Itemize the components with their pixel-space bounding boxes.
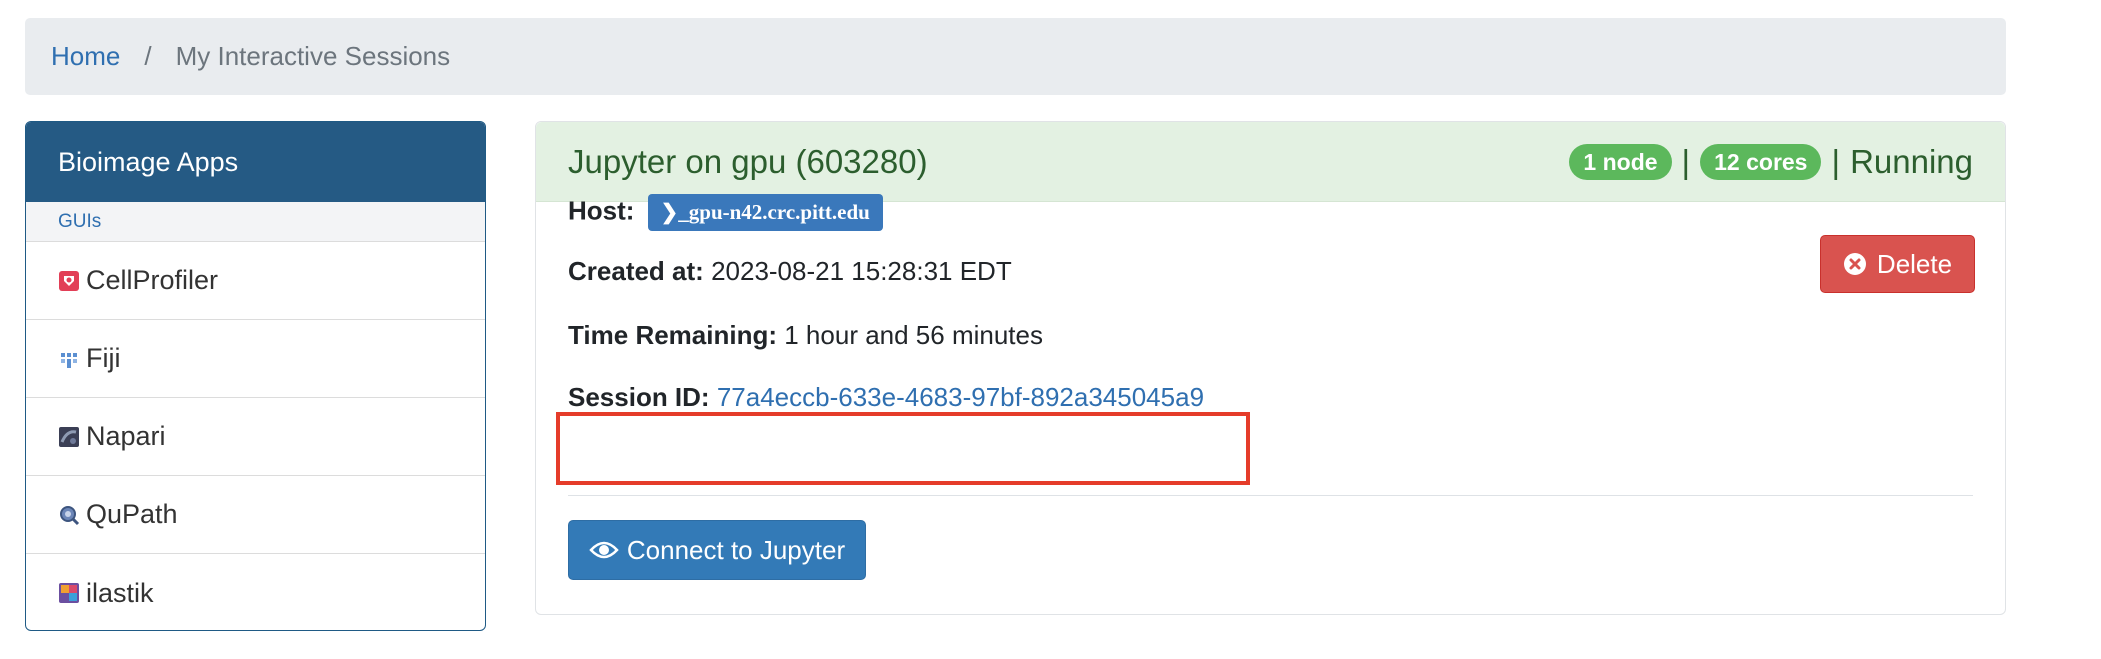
qupath-icon: [60, 505, 80, 525]
summary-separator: |: [1831, 142, 1841, 180]
sidebar-item-label: QuPath: [86, 499, 178, 529]
breadcrumb-separator: /: [144, 41, 152, 71]
napari-icon: [59, 426, 79, 447]
sidebar-item-label: CellProfiler: [86, 265, 219, 295]
session-id-highlight: [556, 412, 1250, 485]
sidebar-item-cellprofiler[interactable]: CellProfiler: [26, 242, 485, 320]
created-value: 2023-08-21 15:28:31 EDT: [711, 256, 1012, 286]
delete-button[interactable]: Delete: [1820, 235, 1975, 293]
connect-button-label: Connect to Jupyter: [626, 534, 846, 565]
host-row: Host: ❯_gpu-n42.crc.pitt.edu: [568, 194, 883, 231]
sidebar-item-label: Napari: [86, 421, 166, 451]
breadcrumb-current: My Interactive Sessions: [175, 41, 451, 71]
divider: [568, 495, 1973, 496]
time-remaining-row: Time Remaining: 1 hour and 56 minutes: [568, 320, 1043, 351]
ilastik-icon: [59, 583, 79, 603]
sidebar: Bioimage Apps GUIs CellProfiler Fiji Nap…: [25, 121, 486, 631]
session-status: Running: [1850, 142, 1973, 180]
sidebar-section-label: GUIs: [26, 202, 485, 242]
time-remaining-value: 1 hour and 56 minutes: [784, 320, 1043, 350]
sidebar-item-fiji[interactable]: Fiji: [26, 320, 485, 398]
sidebar-title: Bioimage Apps: [26, 122, 485, 202]
sidebar-item-label: Fiji: [86, 343, 121, 373]
time-remaining-label: Time Remaining:: [568, 320, 778, 350]
node-count-badge: 1 node: [1569, 143, 1672, 180]
host-name: gpu-n42.crc.pitt.edu: [688, 200, 870, 224]
cellprofiler-icon: [59, 270, 79, 291]
session-card-header: Jupyter on gpu (603280) 1 node | 12 core…: [536, 122, 2005, 202]
delete-button-label: Delete: [1876, 248, 1953, 279]
session-card: Jupyter on gpu (603280) 1 node | 12 core…: [535, 121, 2006, 615]
created-label: Created at:: [568, 256, 704, 286]
session-id-row: Session ID: 77a4eccb-633e-4683-97bf-892a…: [568, 382, 1204, 413]
sidebar-item-ilastik[interactable]: ilastik: [26, 554, 485, 630]
sidebar-item-qupath[interactable]: QuPath: [26, 476, 485, 554]
terminal-icon: ❯_: [660, 200, 689, 224]
eye-icon: [589, 541, 619, 559]
session-id-link[interactable]: 77a4eccb-633e-4683-97bf-892a345045a9: [717, 382, 1204, 412]
breadcrumb: Home / My Interactive Sessions: [25, 18, 2006, 95]
connect-button[interactable]: Connect to Jupyter: [568, 520, 866, 580]
summary-separator: |: [1681, 142, 1691, 180]
session-title: Jupyter on gpu (603280): [568, 142, 928, 180]
fiji-icon: [61, 352, 77, 368]
host-shell-link[interactable]: ❯_gpu-n42.crc.pitt.edu: [647, 194, 883, 231]
session-id-label: Session ID:: [568, 382, 710, 412]
close-circle-icon: [1843, 253, 1866, 275]
breadcrumb-home-link[interactable]: Home: [51, 41, 120, 72]
session-summary: 1 node | 12 cores | Running: [1569, 143, 1973, 181]
sidebar-item-napari[interactable]: Napari: [26, 398, 485, 476]
host-label: Host:: [568, 195, 635, 226]
core-count-badge: 12 cores: [1700, 143, 1822, 180]
created-row: Created at: 2023-08-21 15:28:31 EDT: [568, 256, 1012, 287]
sidebar-item-label: ilastik: [86, 577, 154, 608]
